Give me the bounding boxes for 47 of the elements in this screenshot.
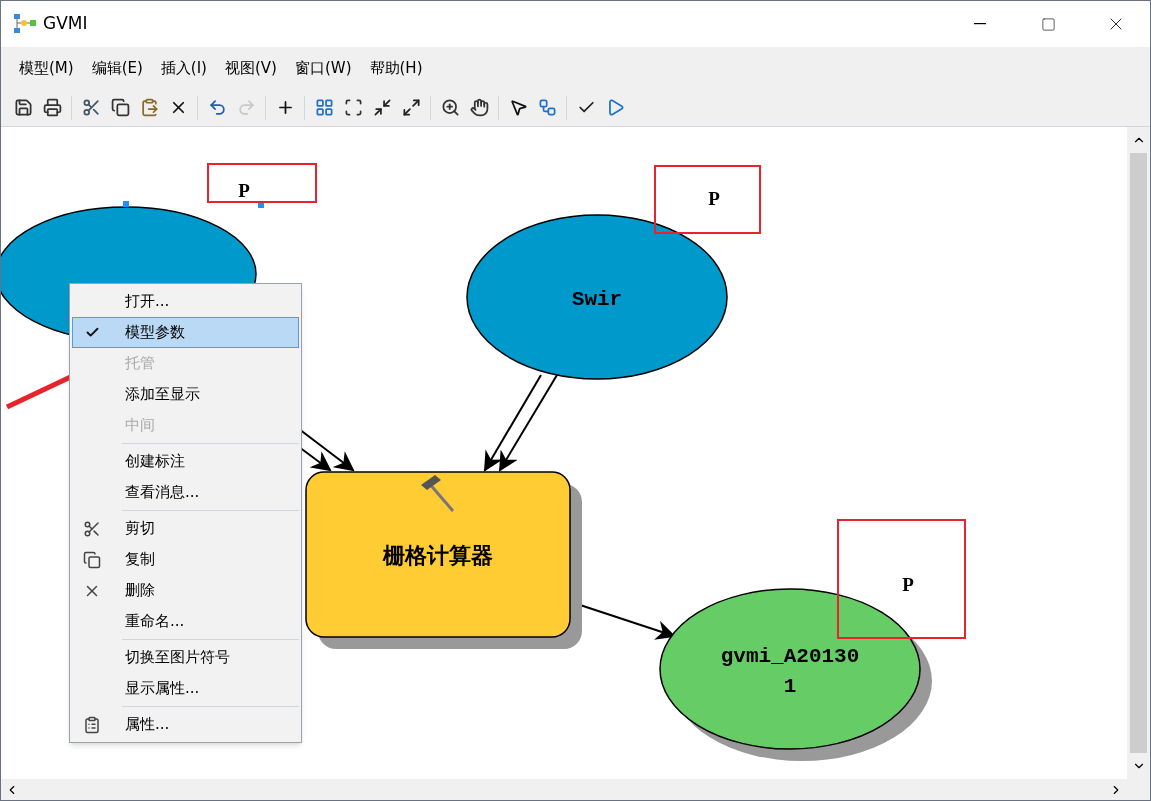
minimize-icon — [974, 23, 986, 25]
menu-item[interactable]: 模型(M) — [11, 56, 82, 80]
context-menu-item[interactable]: 查看消息... — [72, 477, 299, 508]
context-menu-label: 托管 — [125, 353, 155, 375]
context-menu-item[interactable]: 重命名... — [72, 606, 299, 637]
context-menu-label: 删除 — [125, 580, 155, 602]
context-menu-label: 剪切 — [125, 518, 155, 540]
menu-item[interactable]: 编辑(E) — [83, 56, 151, 80]
hammer-icon — [421, 475, 455, 512]
context-menu-label: 切换至图片符号 — [125, 647, 230, 669]
window-title: GVMI — [43, 12, 88, 36]
context-menu-label: 添加至显示 — [125, 384, 200, 406]
app-icon — [13, 13, 37, 35]
vertical-scrollbar[interactable] — [1127, 127, 1150, 779]
scissors-icon — [83, 519, 101, 538]
context-menu-item[interactable]: 属性... — [72, 709, 299, 740]
menu-item[interactable]: 帮助(H) — [361, 56, 431, 80]
context-menu-item[interactable]: 显示属性... — [72, 673, 299, 704]
context-menu-item[interactable]: 复制 — [72, 544, 299, 575]
context-menu-label: 属性... — [125, 714, 170, 736]
context-menu-label: 打开... — [125, 291, 170, 313]
context-menu-label: 显示属性... — [125, 678, 200, 700]
parameter-mark: P — [837, 519, 966, 639]
context-menu-item[interactable]: 创建标注 — [72, 446, 299, 477]
context-menu-item[interactable]: 模型参数 — [72, 317, 299, 348]
parameter-mark: P — [654, 165, 761, 234]
properties-icon — [83, 715, 101, 734]
menu-item[interactable]: 插入(I) — [152, 56, 215, 80]
context-menu-item[interactable]: 剪切 — [72, 513, 299, 544]
context-menu-label: 复制 — [125, 549, 155, 571]
context-menu-label: 查看消息... — [125, 482, 200, 504]
context-menu-item[interactable]: 添加至显示 — [72, 379, 299, 410]
scrollbar-thumb[interactable] — [1130, 153, 1147, 753]
context-menu-label: 创建标注 — [125, 451, 185, 473]
menu-item[interactable]: 视图(V) — [217, 56, 285, 80]
horizontal-scrollbar[interactable] — [1, 779, 1150, 800]
maximize-icon — [1040, 16, 1056, 32]
context-menu-item[interactable]: 切换至图片符号 — [72, 642, 299, 673]
parameter-mark: P — [207, 163, 317, 203]
menu-item[interactable]: 窗口(W) — [286, 56, 360, 80]
context-menu-item[interactable]: 打开... — [72, 286, 299, 317]
context-menu-label: 重命名... — [125, 611, 185, 633]
context-menu-label: 模型参数 — [125, 322, 185, 344]
context-menu-label: 中间 — [125, 415, 155, 437]
variable-node[interactable]: Swir — [466, 214, 728, 380]
copy-icon — [83, 550, 101, 569]
context-menu-item[interactable]: 删除 — [72, 575, 299, 606]
